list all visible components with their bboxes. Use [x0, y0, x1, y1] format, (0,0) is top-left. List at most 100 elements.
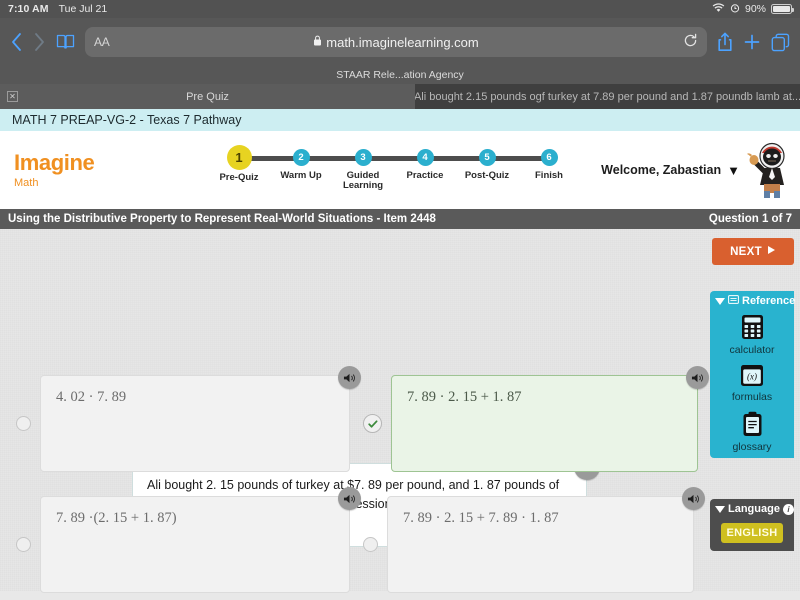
welcome-text: Welcome, Zabastian	[601, 163, 721, 177]
choice-text: 7. 89 · 2. 15 + 1. 87	[407, 389, 522, 405]
choice-card[interactable]: 7. 89 ·(2. 15 + 1. 87)	[40, 496, 350, 593]
step-number: 4	[417, 149, 434, 166]
share-icon[interactable]	[717, 32, 733, 52]
choice-text: 7. 89 · 2. 15 + 7. 89 · 1. 87	[403, 510, 559, 526]
choice-text: 4. 02 · 7. 89	[56, 389, 126, 405]
tool-formulas[interactable]: (x) formulas	[710, 361, 794, 408]
chevron-down-icon[interactable]: ▼	[727, 163, 740, 178]
radio-button[interactable]	[16, 537, 31, 552]
lesson-title: Using the Distributive Property to Repre…	[8, 213, 436, 225]
status-time: 7:10 AM	[8, 3, 49, 15]
step-label: Finish	[535, 171, 563, 181]
step-practice[interactable]: 4 Practice	[394, 149, 456, 181]
lesson-title-bar: Using the Distributive Property to Repre…	[0, 209, 800, 229]
language-header[interactable]: Language i	[710, 499, 794, 519]
tab-question-preview[interactable]: Ali bought 2.15 pounds ogf turkey at 7.8…	[415, 84, 800, 109]
reference-header-label: Reference	[742, 295, 795, 307]
forward-icon[interactable]	[33, 32, 46, 52]
tab-title: Pre Quiz	[186, 91, 229, 103]
new-tab-icon[interactable]	[743, 33, 761, 51]
choice-option-b[interactable]: 7. 89 · 2. 15 + 1. 87	[363, 375, 698, 472]
battery-icon	[771, 4, 792, 14]
step-connector	[363, 156, 425, 161]
next-button[interactable]: NEXT	[712, 238, 794, 265]
browser-toolbar: AA math.imaginelearning.com	[0, 18, 800, 66]
play-triangle-icon	[767, 245, 776, 258]
speaker-icon[interactable]	[682, 487, 705, 510]
step-number: 3	[355, 149, 372, 166]
step-number: 1	[227, 145, 252, 170]
step-finish[interactable]: 6 Finish	[518, 149, 580, 181]
next-label: NEXT	[730, 246, 762, 258]
info-icon[interactable]: i	[783, 504, 794, 515]
course-banner: MATH 7 PREAP-VG-2 - Texas 7 Pathway	[0, 109, 800, 131]
tool-label: glossary	[732, 441, 771, 453]
language-header-label: Language	[728, 503, 780, 515]
wifi-icon	[712, 3, 725, 16]
choice-option-d[interactable]: 7. 89 · 2. 15 + 7. 89 · 1. 87	[363, 496, 694, 593]
formulas-icon: (x)	[740, 364, 764, 390]
reference-panel: Reference calculator (x) formulas glossa…	[710, 291, 794, 458]
tool-glossary[interactable]: glossary	[710, 408, 794, 458]
choice-card[interactable]: 7. 89 · 2. 15 + 7. 89 · 1. 87	[387, 496, 694, 593]
choice-text: 7. 89 ·(2. 15 + 1. 87)	[56, 510, 177, 526]
tab-pre-quiz[interactable]: ✕ Pre Quiz	[0, 84, 415, 109]
bookmarks-icon[interactable]	[56, 33, 75, 51]
reference-header[interactable]: Reference	[710, 291, 794, 311]
status-date: Tue Jul 21	[59, 3, 108, 15]
alarm-icon	[730, 3, 740, 16]
triangle-down-icon[interactable]	[715, 298, 725, 305]
back-icon[interactable]	[10, 32, 23, 52]
tabs-icon[interactable]	[771, 33, 790, 52]
ios-status-bar: 7:10 AM Tue Jul 21 90%	[0, 0, 800, 18]
step-post-quiz[interactable]: 5 Post-Quiz	[456, 149, 518, 181]
step-number: 5	[479, 149, 496, 166]
step-number: 2	[293, 149, 310, 166]
url-bar[interactable]: AA math.imaginelearning.com	[85, 27, 707, 57]
user-menu[interactable]: Welcome, Zabastian ▼	[601, 141, 800, 199]
progress-stepper: 1 Pre-Quiz 2 Warm Up 3 Guided Learning 4…	[208, 149, 580, 192]
step-label: Pre-Quiz	[219, 173, 258, 183]
choice-option-a[interactable]: 4. 02 · 7. 89	[16, 375, 350, 472]
lock-icon	[313, 33, 322, 51]
svg-text:(x): (x)	[747, 372, 757, 382]
language-panel: Language i ENGLISH	[710, 499, 794, 551]
clipboard-icon	[742, 411, 763, 440]
question-counter: Question 1 of 7	[709, 213, 792, 225]
step-pre-quiz[interactable]: 1 Pre-Quiz	[208, 149, 270, 183]
imagine-math-logo: Imagine Math	[0, 152, 190, 189]
page-subtitle: STAAR Rele...ation Agency	[0, 66, 800, 84]
choice-option-c[interactable]: 7. 89 ·(2. 15 + 1. 87)	[16, 496, 350, 593]
choice-card[interactable]: 7. 89 · 2. 15 + 1. 87	[391, 375, 698, 472]
step-label: Post-Quiz	[465, 171, 509, 181]
step-label: Warm Up	[280, 171, 321, 181]
triangle-down-icon[interactable]	[715, 506, 725, 513]
tool-calculator[interactable]: calculator	[710, 311, 794, 361]
step-warm-up[interactable]: 2 Warm Up	[270, 149, 332, 181]
language-selected-badge[interactable]: ENGLISH	[721, 523, 783, 543]
close-icon[interactable]: ✕	[7, 91, 18, 102]
reload-icon[interactable]	[683, 33, 698, 52]
step-connector	[487, 156, 549, 161]
app-header: Imagine Math 1 Pre-Quiz 2 Warm Up 3 Guid…	[0, 131, 800, 209]
radio-button[interactable]	[363, 537, 378, 552]
radio-button[interactable]	[16, 416, 31, 431]
course-banner-text: MATH 7 PREAP-VG-2 - Texas 7 Pathway	[12, 113, 241, 127]
speaker-icon[interactable]	[338, 366, 361, 389]
url-text: math.imaginelearning.com	[326, 35, 478, 50]
speaker-icon[interactable]	[338, 487, 361, 510]
reference-icon	[728, 295, 739, 307]
step-number: 6	[541, 149, 558, 166]
tool-label: calculator	[730, 344, 775, 356]
selected-check-icon[interactable]	[363, 414, 382, 433]
tab-strip: ✕ Pre Quiz Ali bought 2.15 pounds ogf tu…	[0, 84, 800, 109]
logo-line-1: Imagine	[14, 152, 190, 174]
speaker-icon[interactable]	[686, 366, 709, 389]
choice-card[interactable]: 4. 02 · 7. 89	[40, 375, 350, 472]
step-connector	[425, 156, 487, 161]
tool-label: formulas	[732, 391, 772, 403]
mascot-avatar[interactable]	[746, 141, 792, 199]
battery-percent: 90%	[745, 3, 766, 15]
tab-title: Ali bought 2.15 pounds ogf turkey at 7.8…	[415, 91, 800, 103]
text-size-button[interactable]: AA	[94, 35, 109, 49]
